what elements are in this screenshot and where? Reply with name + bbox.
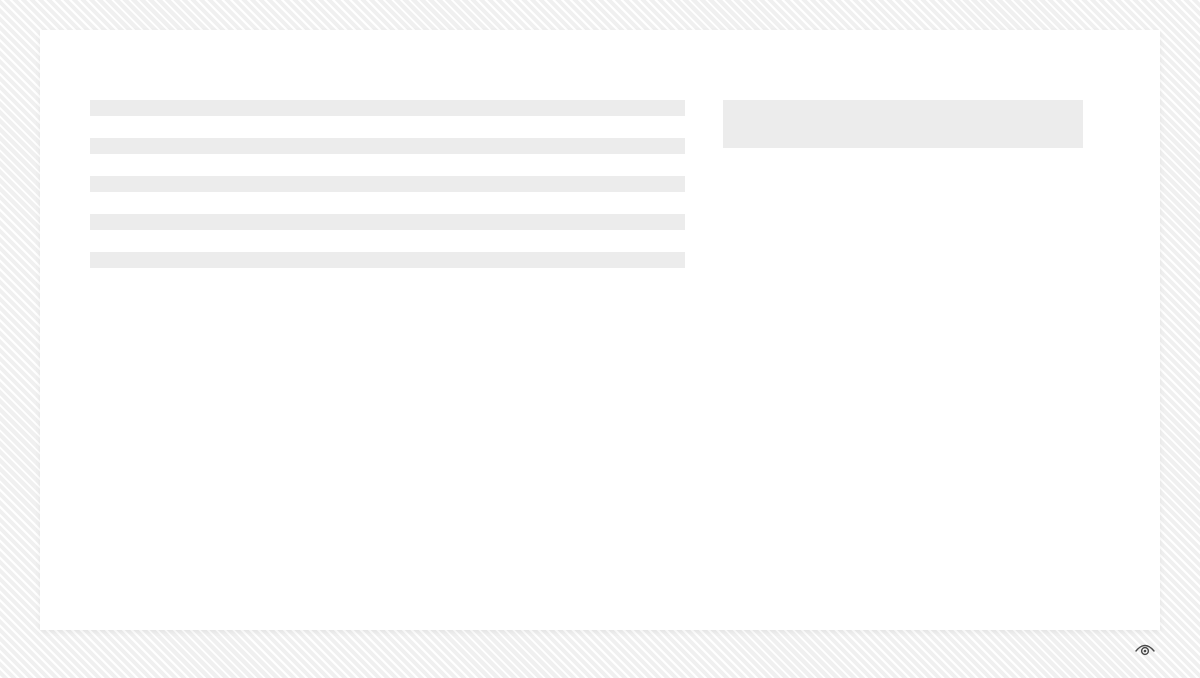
- category-row: [90, 195, 685, 211]
- category-row: [90, 100, 685, 116]
- category-row: [90, 176, 685, 192]
- category-row: [90, 214, 685, 230]
- category-row: [90, 119, 685, 135]
- eye-icon: [1135, 642, 1155, 656]
- category-row: [90, 157, 685, 173]
- category-row: [90, 138, 685, 154]
- category-row: [90, 252, 685, 268]
- techtarget-logo: [1131, 642, 1155, 658]
- info-card: [40, 30, 1160, 630]
- columns: [90, 88, 1110, 290]
- right-column: [723, 88, 1083, 148]
- footer: [1113, 642, 1155, 658]
- category-list: [90, 100, 685, 287]
- category-row: [90, 271, 685, 287]
- left-column: [90, 88, 685, 290]
- field-block-box: [723, 100, 1083, 148]
- category-row: [90, 233, 685, 249]
